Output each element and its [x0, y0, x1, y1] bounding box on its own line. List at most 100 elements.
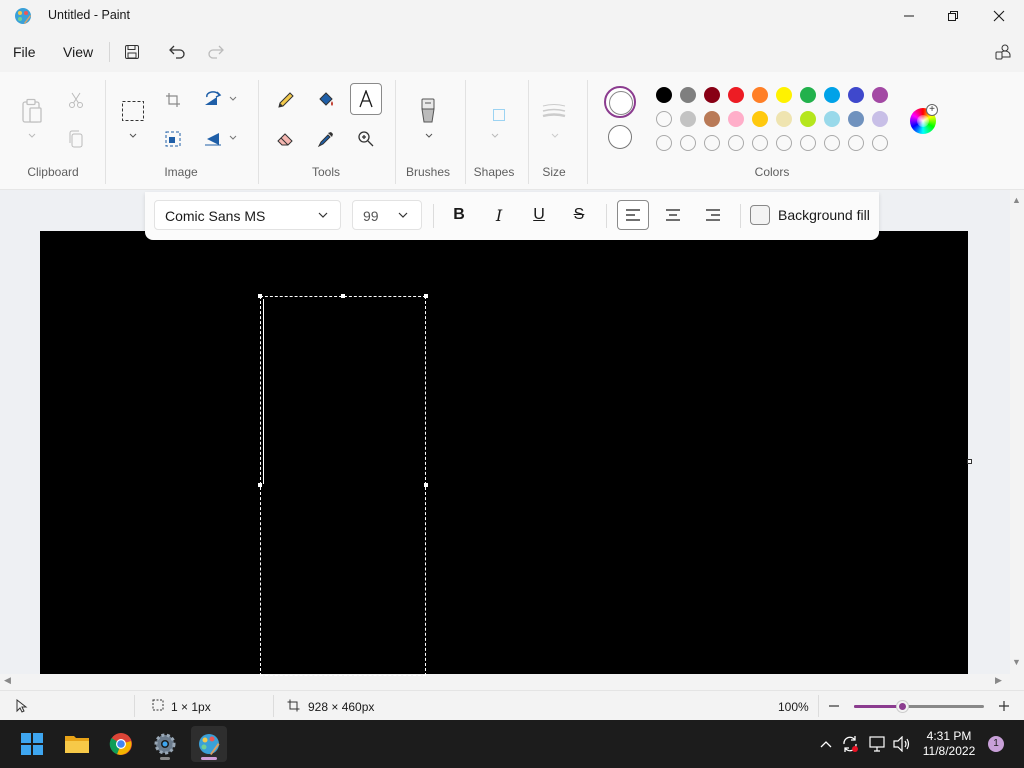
custom-color-slot[interactable] — [680, 135, 696, 151]
color-swatch[interactable] — [680, 87, 696, 103]
secondary-color-swatch[interactable] — [608, 125, 632, 149]
redo-button[interactable] — [203, 40, 229, 64]
paste-button[interactable] — [17, 96, 47, 126]
copy-button[interactable] — [61, 124, 91, 154]
font-family-dropdown[interactable]: Comic Sans MS — [154, 200, 341, 230]
brushes-button[interactable] — [413, 96, 443, 126]
eraser-button[interactable] — [271, 124, 301, 154]
view-menu[interactable]: View — [63, 42, 93, 62]
align-right-button[interactable] — [697, 200, 729, 230]
scroll-down-arrow[interactable]: ▼ — [1012, 657, 1021, 667]
pencil-button[interactable] — [271, 85, 301, 115]
select-button[interactable] — [117, 95, 149, 127]
zoom-out-icon[interactable] — [828, 700, 840, 712]
flip-button[interactable] — [198, 124, 228, 154]
color-swatch[interactable] — [872, 111, 888, 127]
color-swatch[interactable] — [680, 111, 696, 127]
color-swatch[interactable] — [752, 111, 768, 127]
minimize-button[interactable] — [886, 0, 932, 32]
custom-color-slot[interactable] — [776, 135, 792, 151]
color-swatch[interactable] — [800, 111, 816, 127]
custom-color-slot[interactable] — [656, 135, 672, 151]
color-swatch[interactable] — [728, 87, 744, 103]
network-button[interactable] — [868, 734, 888, 754]
taskbar-clock[interactable]: 4:31 PM 11/8/2022 — [918, 729, 980, 759]
align-center-button[interactable] — [657, 200, 689, 230]
file-explorer-button[interactable] — [59, 726, 95, 762]
magnifier-button[interactable] — [351, 124, 381, 154]
color-swatch[interactable] — [824, 111, 840, 127]
resize-button[interactable] — [158, 124, 188, 154]
color-picker-button[interactable] — [311, 124, 341, 154]
underline-button[interactable]: U — [523, 200, 555, 230]
paste-chevron-icon[interactable] — [27, 132, 37, 140]
settings-button[interactable] — [147, 726, 183, 762]
selection-handle[interactable] — [424, 483, 428, 487]
scroll-up-arrow[interactable]: ▲ — [1012, 195, 1021, 205]
rotate-chevron-icon[interactable] — [228, 95, 238, 103]
notification-badge[interactable]: 1 — [988, 736, 1004, 752]
save-button[interactable] — [119, 40, 145, 64]
selection-handle[interactable] — [341, 294, 345, 298]
flip-chevron-icon[interactable] — [228, 134, 238, 142]
shapes-button[interactable] — [484, 100, 514, 130]
text-tool-button[interactable] — [350, 83, 382, 115]
color-swatch[interactable] — [752, 87, 768, 103]
color-swatch[interactable] — [848, 111, 864, 127]
crop-button[interactable] — [158, 85, 188, 115]
color-swatch[interactable] — [704, 87, 720, 103]
custom-color-slot[interactable] — [800, 135, 816, 151]
zoom-slider[interactable] — [854, 701, 984, 712]
start-button[interactable] — [14, 726, 50, 762]
selection-handle[interactable] — [258, 483, 262, 487]
selection-handle[interactable] — [424, 294, 428, 298]
custom-color-slot[interactable] — [872, 135, 888, 151]
color-swatch[interactable] — [872, 87, 888, 103]
color-swatch[interactable] — [776, 87, 792, 103]
custom-color-slot[interactable] — [704, 135, 720, 151]
shapes-chevron-icon[interactable] — [490, 132, 500, 140]
cut-button[interactable] — [61, 85, 91, 115]
italic-button[interactable]: I — [483, 200, 515, 230]
color-swatch[interactable] — [704, 111, 720, 127]
custom-color-slot[interactable] — [848, 135, 864, 151]
custom-color-slot[interactable] — [752, 135, 768, 151]
strikethrough-button[interactable]: S — [563, 200, 595, 230]
color-swatch[interactable] — [776, 111, 792, 127]
restore-button[interactable] — [930, 0, 976, 32]
canvas-resize-handle[interactable] — [967, 459, 972, 464]
background-fill-checkbox[interactable] — [750, 205, 770, 225]
size-button[interactable] — [539, 96, 569, 126]
rotate-button[interactable] — [198, 85, 228, 115]
color-swatch[interactable] — [848, 87, 864, 103]
color-swatch[interactable] — [728, 111, 744, 127]
align-left-button[interactable] — [617, 200, 649, 230]
zoom-slider-thumb[interactable] — [897, 701, 909, 712]
sync-status-button[interactable] — [840, 734, 860, 754]
custom-color-slot[interactable] — [728, 135, 744, 151]
scroll-left-arrow[interactable]: ◀ — [4, 675, 11, 686]
show-hidden-icons-button[interactable] — [816, 734, 836, 754]
color-swatch[interactable] — [800, 87, 816, 103]
bold-button[interactable]: B — [443, 200, 475, 230]
size-chevron-icon[interactable] — [550, 132, 560, 140]
file-menu[interactable]: File — [13, 42, 36, 62]
text-box-selection[interactable] — [260, 296, 426, 676]
color-swatch[interactable] — [824, 87, 840, 103]
chrome-button[interactable] — [103, 726, 139, 762]
color-swatch[interactable] — [656, 111, 672, 127]
fill-button[interactable] — [311, 85, 341, 115]
font-size-dropdown[interactable]: 99 — [352, 200, 422, 230]
scroll-right-arrow[interactable]: ▶ — [995, 675, 1002, 686]
volume-button[interactable] — [892, 734, 912, 754]
paint-taskbar-button[interactable] — [191, 726, 227, 762]
zoom-in-icon[interactable] — [998, 700, 1010, 712]
primary-color-swatch[interactable] — [604, 86, 636, 118]
brushes-chevron-icon[interactable] — [424, 132, 434, 140]
selection-handle[interactable] — [258, 294, 262, 298]
account-button[interactable] — [990, 40, 1016, 64]
undo-button[interactable] — [164, 40, 190, 64]
custom-color-slot[interactable] — [824, 135, 840, 151]
color-swatch[interactable] — [656, 87, 672, 103]
select-chevron-icon[interactable] — [128, 132, 138, 140]
